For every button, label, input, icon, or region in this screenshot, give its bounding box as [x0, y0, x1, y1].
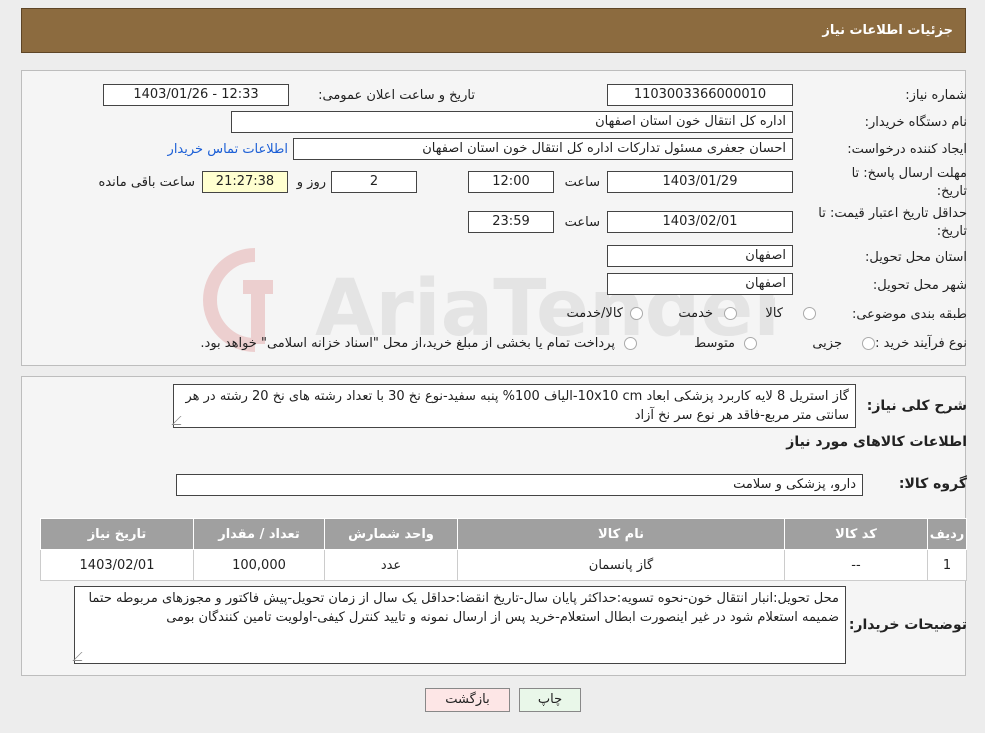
- col-name: نام کالا: [457, 518, 785, 550]
- category-option-goods-service: کالا/خدمت: [566, 306, 623, 321]
- description-label: شرح کلی نیاز:: [866, 398, 967, 414]
- remaining-time-field: 21:27:38: [202, 171, 288, 193]
- validity-time-label: ساعت: [564, 215, 600, 230]
- deadline-date-field: 1403/01/29: [607, 171, 793, 193]
- announce-field: 1403/01/26 - 12:33: [103, 84, 289, 106]
- notes-text: محل تحویل:انبار انتقال خون-نحوه تسویه:حد…: [88, 591, 839, 625]
- resize-grip-icon[interactable]: [171, 416, 190, 425]
- cell-unit: عدد: [324, 549, 458, 581]
- city-label: شهر محل تحویل:: [872, 278, 967, 293]
- cell-code: --: [784, 549, 928, 581]
- buyer-contact-link[interactable]: اطلاعات تماس خریدار: [168, 142, 288, 157]
- remaining-label: ساعت باقی مانده: [98, 175, 195, 190]
- province-label: استان محل تحویل:: [865, 250, 967, 265]
- cell-date: 1403/02/01: [40, 549, 194, 581]
- category-radio-goods-service[interactable]: [630, 307, 643, 320]
- category-radio-goods[interactable]: [803, 307, 816, 320]
- goods-table: ردیف کد کالا نام کالا واحد شمارش تعداد /…: [40, 518, 967, 581]
- process-label: نوع فرآیند خرید :: [875, 336, 967, 351]
- resize-grip-icon[interactable]: [72, 652, 91, 661]
- payment-note: پرداخت تمام یا بخشی از مبلغ خرید،از محل …: [200, 336, 615, 351]
- process-radio-treasury[interactable]: [624, 337, 637, 350]
- validity-time-field: 23:59: [468, 211, 554, 233]
- process-radio-medium[interactable]: [744, 337, 757, 350]
- validity-label-line2: تاریخ:: [936, 224, 967, 239]
- need-number-field: 1103003366000010: [607, 84, 793, 106]
- process-option-medium: متوسط: [694, 336, 735, 351]
- table-row: 1 -- گاز پانسمان عدد 100,000 1403/02/01: [40, 549, 967, 581]
- page-header: جزئیات اطلاعات نیاز: [21, 8, 966, 53]
- category-option-goods: کالا: [765, 306, 783, 321]
- notes-field: محل تحویل:انبار انتقال خون-نحوه تسویه:حد…: [72, 586, 846, 664]
- back-button[interactable]: بازگشت: [425, 688, 510, 712]
- page-title: جزئیات اطلاعات نیاز: [822, 23, 953, 38]
- deadline-time-label: ساعت: [564, 175, 600, 190]
- description-field: گاز استریل 8 لایه کاربرد پزشکی ابعاد 10x…: [171, 384, 856, 428]
- goods-table-header: ردیف کد کالا نام کالا واحد شمارش تعداد /…: [40, 518, 967, 550]
- cell-qty: 100,000: [193, 549, 325, 581]
- group-label: گروه کالا:: [898, 476, 967, 492]
- need-number-label: شماره نیاز:: [905, 88, 967, 103]
- col-code: کد کالا: [784, 518, 928, 550]
- days-label: روز و: [296, 175, 326, 190]
- goods-info-title: اطلاعات کالاهای مورد نیاز: [786, 434, 967, 450]
- category-option-service: خدمت: [678, 306, 713, 321]
- description-text: گاز استریل 8 لایه کاربرد پزشکی ابعاد 10x…: [185, 389, 849, 423]
- creator-field: احسان جعفری مسئول تدارکات اداره کل انتقا…: [293, 138, 793, 160]
- col-date: تاریخ نیاز: [40, 518, 194, 550]
- print-button[interactable]: چاپ: [519, 688, 581, 712]
- category-radio-service[interactable]: [724, 307, 737, 320]
- creator-label: ایجاد کننده درخواست:: [847, 142, 967, 157]
- group-field: دارو، پزشکی و سلامت: [176, 474, 863, 496]
- cell-row: 1: [927, 549, 967, 581]
- validity-label-line1: حداقل تاریخ اعتبار قیمت: تا: [818, 206, 967, 221]
- col-qty: تعداد / مقدار: [193, 518, 325, 550]
- validity-date-field: 1403/02/01: [607, 211, 793, 233]
- days-field: 2: [331, 171, 417, 193]
- announce-label: تاریخ و ساعت اعلان عمومی:: [318, 88, 475, 103]
- col-row: ردیف: [927, 518, 967, 550]
- process-option-minor: جزیی: [812, 336, 842, 351]
- notes-label: توضیحات خریدار:: [848, 617, 967, 633]
- buyer-label: نام دستگاه خریدار:: [864, 115, 967, 130]
- deadline-label-line2: تاریخ:: [936, 184, 967, 199]
- deadline-label-line1: مهلت ارسال پاسخ: تا: [851, 166, 967, 181]
- province-field: اصفهان: [607, 245, 793, 267]
- city-field: اصفهان: [607, 273, 793, 295]
- deadline-time-field: 12:00: [468, 171, 554, 193]
- buyer-field: اداره کل انتقال خون استان اصفهان: [231, 111, 793, 133]
- category-label: طبقه بندی موضوعی:: [851, 307, 967, 322]
- col-unit: واحد شمارش: [324, 518, 458, 550]
- cell-name: گاز پانسمان: [457, 549, 785, 581]
- process-radio-minor[interactable]: [862, 337, 875, 350]
